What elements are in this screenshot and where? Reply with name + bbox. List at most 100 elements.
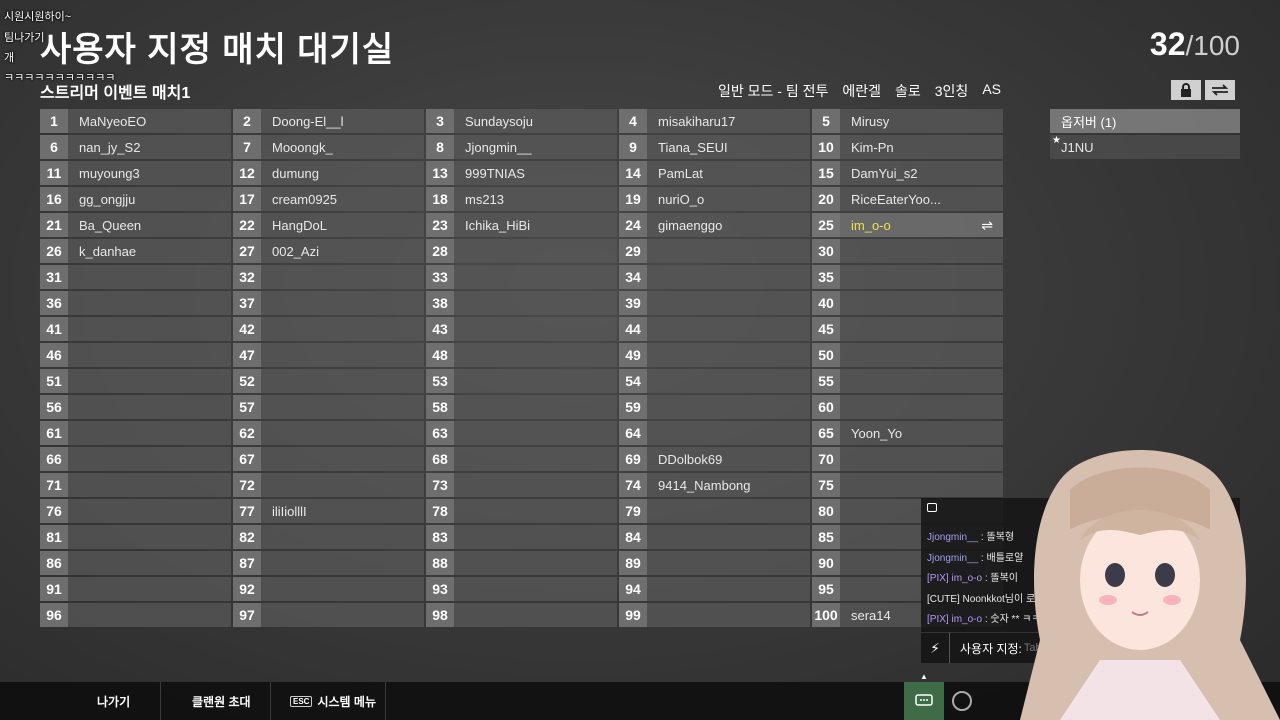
player-slot[interactable]: 64	[619, 421, 810, 445]
player-slot[interactable]: 71	[40, 473, 231, 497]
player-slot[interactable]: 44	[619, 317, 810, 341]
player-slot[interactable]: 17 cream0925	[233, 187, 424, 211]
player-slot[interactable]: 38	[426, 291, 617, 315]
player-slot[interactable]: 72	[233, 473, 424, 497]
player-slot[interactable]: 69 DDolbok69	[619, 447, 810, 471]
player-slot[interactable]: 21 Ba_Queen	[40, 213, 231, 237]
player-slot[interactable]: 24 gimaenggo	[619, 213, 810, 237]
player-slot[interactable]: 35	[812, 265, 1003, 289]
player-slot[interactable]: 53	[426, 369, 617, 393]
player-slot[interactable]: 78	[426, 499, 617, 523]
player-slot[interactable]: 16 gg_ongjju	[40, 187, 231, 211]
player-slot[interactable]: 30	[812, 239, 1003, 263]
player-slot[interactable]: 11 muyoung3	[40, 161, 231, 185]
player-slot[interactable]: 60	[812, 395, 1003, 419]
player-slot[interactable]: 92	[233, 577, 424, 601]
player-slot[interactable]: 3 Sundaysoju	[426, 109, 617, 133]
system-menu-button[interactable]: ESC 시스템 메뉴	[290, 682, 376, 720]
player-slot[interactable]: 28	[426, 239, 617, 263]
invite-clan-button[interactable]: 클랜원 초대	[192, 682, 251, 720]
player-slot[interactable]: 2 Doong-El__l	[233, 109, 424, 133]
player-slot[interactable]: 68	[426, 447, 617, 471]
player-slot[interactable]: 84	[619, 525, 810, 549]
player-slot[interactable]: 26 k_danhae	[40, 239, 231, 263]
player-slot[interactable]: 33	[426, 265, 617, 289]
player-slot[interactable]: 55	[812, 369, 1003, 393]
player-slot[interactable]: 10 Kim-Pn	[812, 135, 1003, 159]
player-slot[interactable]: 61	[40, 421, 231, 445]
player-slot[interactable]: 73	[426, 473, 617, 497]
exit-button[interactable]: 나가기	[97, 682, 130, 720]
player-slot[interactable]: 77 iliIiolllI	[233, 499, 424, 523]
player-slot[interactable]: 48	[426, 343, 617, 367]
player-slot[interactable]: 39	[619, 291, 810, 315]
player-slot[interactable]: 36	[40, 291, 231, 315]
lightning-icon[interactable]: ⚡	[921, 633, 950, 663]
settings-icon[interactable]	[952, 691, 972, 711]
player-slot[interactable]: 88	[426, 551, 617, 575]
player-slot[interactable]: 49	[619, 343, 810, 367]
player-slot[interactable]: 93	[426, 577, 617, 601]
player-slot[interactable]: 79	[619, 499, 810, 523]
player-slot[interactable]: 59	[619, 395, 810, 419]
player-slot[interactable]: 83	[426, 525, 617, 549]
player-slot[interactable]: 97	[233, 603, 424, 627]
player-slot[interactable]: 86	[40, 551, 231, 575]
player-slot[interactable]: 67	[233, 447, 424, 471]
player-slot[interactable]: 63	[426, 421, 617, 445]
player-slot[interactable]: 29	[619, 239, 810, 263]
player-slot[interactable]: 19 nuriO_o	[619, 187, 810, 211]
player-slot[interactable]: 99	[619, 603, 810, 627]
observer-header[interactable]: 옵저버 (1)	[1050, 109, 1240, 133]
player-slot[interactable]: 32	[233, 265, 424, 289]
player-slot[interactable]: 46	[40, 343, 231, 367]
player-slot[interactable]: 37	[233, 291, 424, 315]
player-slot[interactable]: 75	[812, 473, 1003, 497]
swap-slot-icon[interactable]: ⇌	[981, 217, 993, 234]
player-slot[interactable]: 40	[812, 291, 1003, 315]
player-slot[interactable]: 12 dumung	[233, 161, 424, 185]
player-slot[interactable]: 57	[233, 395, 424, 419]
player-slot[interactable]: 31	[40, 265, 231, 289]
player-slot[interactable]: 91	[40, 577, 231, 601]
player-slot[interactable]: 5 Mirusy	[812, 109, 1003, 133]
player-slot[interactable]: 65 Yoon_Yo	[812, 421, 1003, 445]
player-slot[interactable]: 98	[426, 603, 617, 627]
player-slot[interactable]: 8 Jjongmin__	[426, 135, 617, 159]
player-slot[interactable]: 9 Tiana_SEUI	[619, 135, 810, 159]
player-slot[interactable]: 6 nan_jy_S2	[40, 135, 231, 159]
player-slot[interactable]: 4 misakiharu17	[619, 109, 810, 133]
player-slot[interactable]: 58	[426, 395, 617, 419]
player-slot[interactable]: 52	[233, 369, 424, 393]
player-slot[interactable]: 96	[40, 603, 231, 627]
player-slot[interactable]: 62	[233, 421, 424, 445]
swap-button[interactable]	[1205, 80, 1235, 100]
caret-up-icon[interactable]: ▲	[920, 672, 928, 681]
player-slot[interactable]: 14 PamLat	[619, 161, 810, 185]
player-slot[interactable]: 87	[233, 551, 424, 575]
player-slot[interactable]: 22 HangDoL	[233, 213, 424, 237]
lock-button[interactable]	[1171, 80, 1201, 100]
player-slot[interactable]: 1 MaNyeoEO	[40, 109, 231, 133]
player-slot[interactable]: 47	[233, 343, 424, 367]
player-slot[interactable]: 20 RiceEaterYoo...	[812, 187, 1003, 211]
player-slot[interactable]: 25 im_o-o ⇌	[812, 213, 1003, 237]
player-slot[interactable]: 23 Ichika_HiBi	[426, 213, 617, 237]
player-slot[interactable]: 27 002_Azi	[233, 239, 424, 263]
player-slot[interactable]: 7 Mooongk_	[233, 135, 424, 159]
player-slot[interactable]: 18 ms213	[426, 187, 617, 211]
player-slot[interactable]: 42	[233, 317, 424, 341]
player-slot[interactable]: 89	[619, 551, 810, 575]
player-slot[interactable]: 66	[40, 447, 231, 471]
player-slot[interactable]: 70	[812, 447, 1003, 471]
player-slot[interactable]: 51	[40, 369, 231, 393]
player-slot[interactable]: 15 DamYui_s2	[812, 161, 1003, 185]
player-slot[interactable]: 54	[619, 369, 810, 393]
observer-slot[interactable]: ★ J1NU	[1050, 135, 1240, 159]
player-slot[interactable]: 43	[426, 317, 617, 341]
player-slot[interactable]: 94	[619, 577, 810, 601]
player-slot[interactable]: 82	[233, 525, 424, 549]
player-slot[interactable]: 56	[40, 395, 231, 419]
chat-toggle-button[interactable]	[904, 682, 944, 720]
player-slot[interactable]: 45	[812, 317, 1003, 341]
